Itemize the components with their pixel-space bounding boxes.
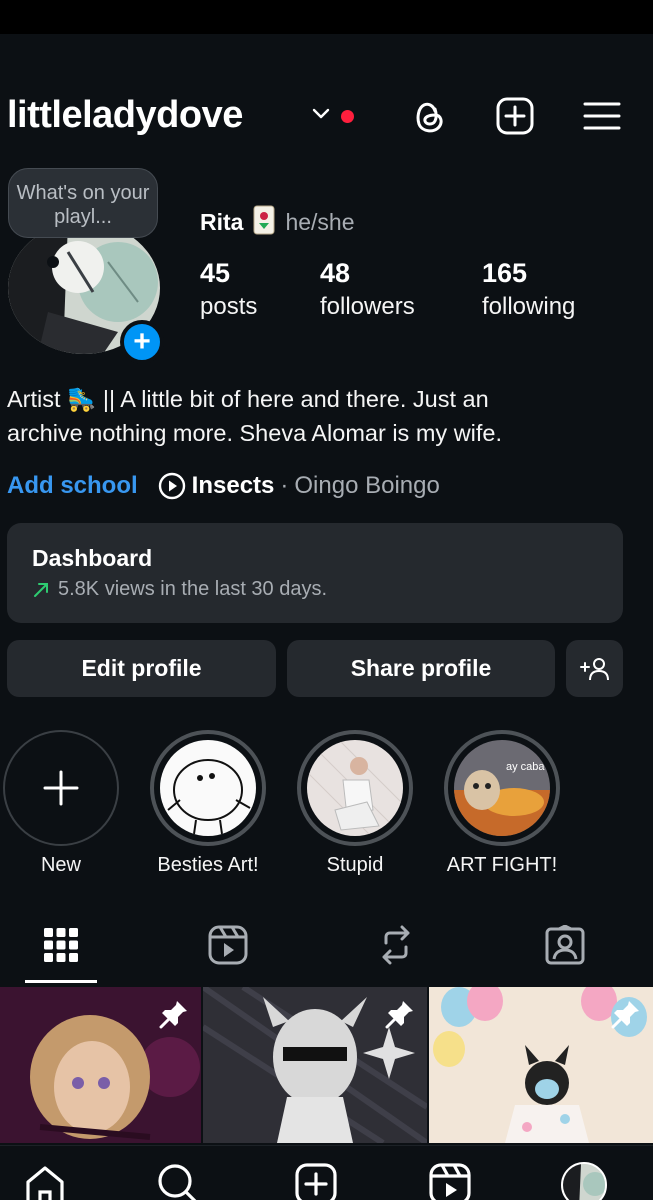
highlight-stupid[interactable]: Stupid (297, 730, 413, 877)
music-artist: Oingo Boingo (294, 472, 440, 499)
profile-header: littleladydove (0, 84, 653, 148)
dashboard-subtitle: 5.8K views in the last 30 days. (58, 578, 328, 600)
highlight-label: Stupid (326, 854, 384, 876)
bio: Artist 🛼 || A little bit of here and the… (7, 382, 637, 450)
tab-tagged[interactable] (515, 915, 615, 975)
highlight-besties-art[interactable]: Besties Art! (150, 730, 266, 877)
profile-avatar-container[interactable]: + (8, 222, 164, 364)
posts-grid (0, 987, 653, 1143)
pin-icon (159, 1001, 187, 1029)
stat-value: 48 (320, 258, 351, 288)
add-school-link[interactable]: Add school (7, 472, 138, 500)
note-bubble[interactable]: What's on your playl... (8, 168, 158, 238)
bottom-navigation (0, 1145, 653, 1200)
active-tab-indicator (25, 980, 97, 983)
post-thumbnail[interactable] (0, 987, 201, 1143)
highlight-ring (150, 730, 266, 846)
home-icon (26, 1166, 64, 1200)
chevron-down-icon[interactable] (310, 102, 332, 124)
pin-icon (385, 1001, 413, 1029)
stat-value: 45 (200, 258, 231, 288)
reels-icon (429, 1163, 471, 1200)
highlight-art-fight[interactable]: ay caba ART FIGHT! (444, 730, 560, 877)
trend-up-icon (34, 582, 48, 597)
notification-dot (341, 110, 354, 123)
highlight-cover (307, 740, 403, 836)
tagged-icon (545, 925, 585, 965)
joker-card-icon (253, 205, 275, 240)
repost-icon (382, 925, 410, 965)
highlight-cover (160, 740, 256, 836)
highlight-ring: ay caba (444, 730, 560, 846)
edit-profile-button[interactable]: Edit profile (7, 640, 276, 697)
professional-dashboard[interactable]: Dashboard 5.8K views in the last 30 days… (7, 523, 623, 623)
bio-line: Artist 🛼 || A little bit of here and the… (7, 386, 489, 412)
music-separator: · (280, 472, 289, 499)
highlight-cover: ay caba (454, 740, 550, 836)
threads-icon[interactable] (406, 94, 450, 138)
stat-label: following (482, 293, 576, 320)
stat-followers[interactable]: 48 followers (320, 258, 415, 321)
highlight-label: ART FIGHT! (446, 854, 558, 876)
display-name: Rita (200, 208, 244, 235)
nav-profile[interactable] (554, 1162, 614, 1200)
create-icon (295, 1163, 337, 1200)
bio-line: archive nothing more. Sheva Alomar is my… (7, 420, 503, 446)
share-profile-button[interactable]: Share profile (287, 640, 555, 697)
highlight-label: Besties Art! (157, 854, 259, 876)
profile-avatar-small (561, 1162, 607, 1200)
nav-search[interactable] (148, 1162, 208, 1200)
music-song: Insects (191, 472, 275, 499)
profile-tabs (0, 915, 653, 985)
username-switcher[interactable]: littleladydove (7, 94, 243, 137)
profile-music[interactable]: Insects · Oingo Boingo (158, 472, 440, 500)
play-circle-icon (158, 472, 185, 500)
stat-label: posts (200, 293, 258, 320)
tab-reposts[interactable] (346, 915, 446, 975)
stat-label: followers (320, 293, 415, 320)
stat-following[interactable]: 165 following (482, 258, 575, 321)
nav-reels[interactable] (420, 1162, 480, 1200)
reels-icon (208, 925, 248, 965)
highlight-overlay-text: ay caba (506, 761, 545, 773)
plus-icon (43, 770, 79, 806)
highlight-ring (297, 730, 413, 846)
status-bar (0, 0, 653, 34)
create-post-icon[interactable] (493, 94, 537, 138)
nav-home[interactable] (15, 1162, 75, 1200)
name-row: Rita he/she (200, 205, 355, 239)
pin-icon (611, 1001, 639, 1029)
search-icon (158, 1164, 197, 1200)
discover-people-button[interactable] (566, 640, 623, 697)
highlight-new[interactable]: New (3, 730, 119, 877)
post-thumbnail[interactable] (429, 987, 653, 1143)
add-person-icon (579, 657, 609, 680)
pronouns: he/she (285, 208, 355, 235)
tab-posts-grid[interactable] (11, 915, 111, 975)
profile-links-row: Add school Insects · Oingo Boingo (7, 468, 440, 504)
post-thumbnail[interactable] (203, 987, 427, 1143)
highlight-label: New (40, 854, 81, 876)
stat-value: 165 (482, 258, 528, 288)
tab-reels[interactable] (178, 915, 278, 975)
dashboard-title: Dashboard (32, 545, 153, 571)
menu-icon[interactable] (580, 94, 624, 138)
grid-icon (44, 928, 78, 962)
highlight-ring (3, 730, 119, 846)
dashboard-subtitle-row: 5.8K views in the last 30 days. (32, 578, 623, 601)
stat-posts[interactable]: 45 posts (200, 258, 257, 321)
nav-create[interactable] (286, 1162, 346, 1200)
add-story-button[interactable]: + (120, 320, 164, 364)
